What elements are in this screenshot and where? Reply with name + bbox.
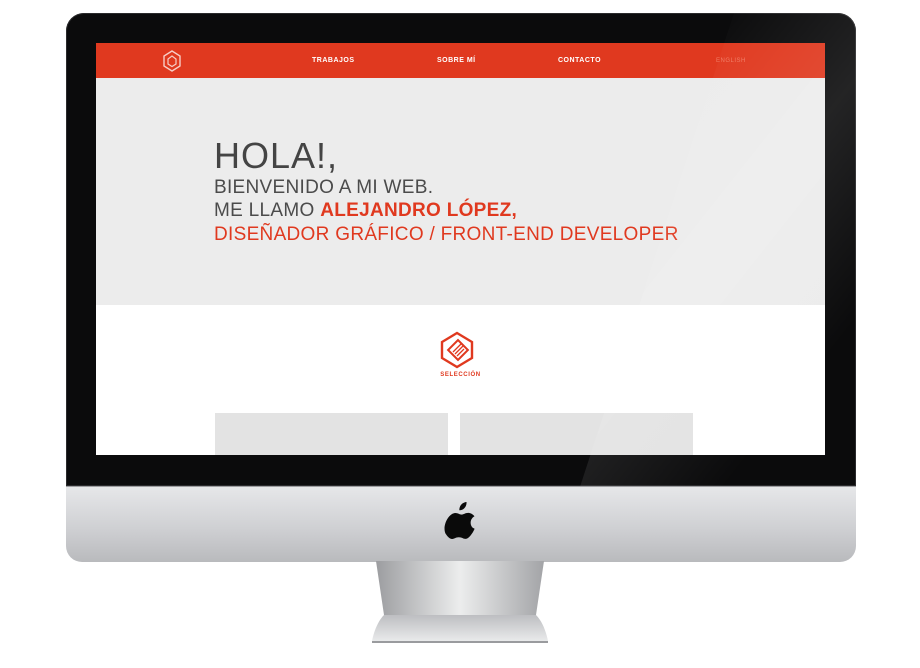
website-screen: TRABAJOS SOBRE MÍ CONTACTO ENGLISH HOLA!…	[96, 43, 825, 455]
logo-icon[interactable]	[162, 50, 182, 72]
project-card[interactable]	[460, 413, 693, 455]
selection-icon	[440, 331, 474, 369]
top-nav: TRABAJOS SOBRE MÍ CONTACTO ENGLISH	[96, 43, 825, 78]
hero-name-line: ME LLAMO ALEJANDRO LÓPEZ,	[214, 200, 517, 222]
hero-greeting: HOLA!,	[214, 135, 339, 176]
monitor-stand	[372, 561, 548, 643]
hero-name: ALEJANDRO LÓPEZ,	[320, 200, 518, 221]
section-label: SELECCIÓN	[440, 372, 481, 378]
hero-name-prefix: ME LLAMO	[214, 200, 315, 221]
project-card[interactable]	[215, 413, 448, 455]
hero-welcome: BIENVENIDO A MI WEB.	[214, 177, 434, 198]
nav-link-sobre-mi[interactable]: SOBRE MÍ	[437, 57, 476, 64]
apple-icon	[444, 502, 475, 539]
selection-section: SELECCIÓN	[96, 305, 825, 455]
hero-section: HOLA!, BIENVENIDO A MI WEB. ME LLAMO ALE…	[96, 78, 825, 305]
hero-role: DISEÑADOR GRÁFICO / FRONT-END DEVELOPER	[214, 224, 679, 245]
nav-link-contacto[interactable]: CONTACTO	[558, 57, 601, 64]
nav-link-trabajos[interactable]: TRABAJOS	[312, 57, 355, 64]
language-switch[interactable]: ENGLISH	[716, 58, 746, 64]
